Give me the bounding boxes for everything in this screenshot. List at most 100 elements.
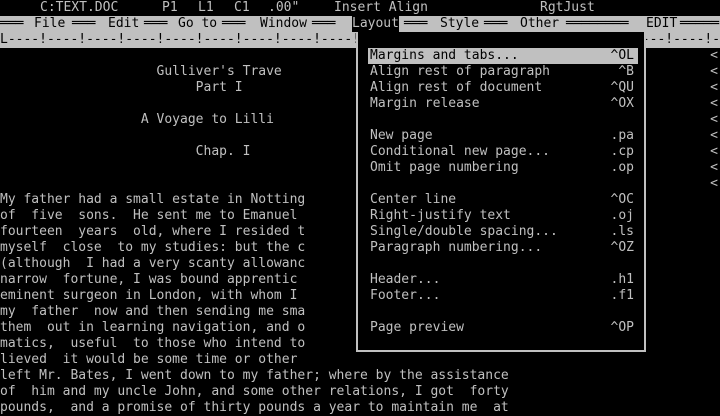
menu-window[interactable]: Window	[260, 16, 307, 32]
menu-item-shortcut: .cp	[610, 144, 634, 159]
line-flag-marker: <	[710, 80, 718, 95]
menubar-sep-1: ═══	[72, 16, 96, 31]
menu-separator	[368, 112, 638, 128]
menu-item-paragraph-numbering[interactable]: Paragraph numbering... ^OZ	[368, 240, 638, 256]
document-line: fourteen years old, where I resided t	[0, 224, 306, 239]
document-line: of five sons. He sent me to Emanuel	[0, 208, 298, 223]
document-line: Chap. I	[0, 144, 251, 159]
document-line: My father had a small estate in Notting	[0, 192, 306, 207]
document-line: narrow fortune, I was bound apprentic	[0, 272, 298, 287]
menu-item-label: Center line	[370, 192, 457, 207]
line-flag-marker: <	[710, 128, 718, 143]
position-indicator: .00"	[268, 0, 300, 15]
menu-item-shortcut: .h1	[610, 272, 634, 287]
menu-item-omit-page-numbering[interactable]: Omit page numbering .op	[368, 160, 638, 176]
status-bar: C:TEXT.DOC P1 L1 C1 .00" Insert Align Rg…	[0, 0, 720, 16]
document-line: eminent surgeon in London, with whom I	[0, 288, 298, 303]
column-indicator: C1	[234, 0, 250, 15]
menu-separator	[368, 256, 638, 272]
menu-item-label: Align rest of document	[370, 80, 543, 95]
line-flag-marker: <	[710, 160, 718, 175]
menu-item-shortcut: ^OL	[610, 48, 634, 63]
menu-item-label: Page preview	[370, 320, 464, 335]
page-indicator: P1	[162, 0, 178, 15]
line-flag-marker: <	[710, 112, 718, 127]
menu-item-label: Omit page numbering	[370, 160, 519, 175]
edit-mode-label: EDIT	[646, 16, 678, 31]
menu-other[interactable]: Other	[520, 16, 559, 32]
menu-item-label: Footer...	[370, 288, 441, 303]
menu-item-shortcut: .f1	[610, 288, 634, 303]
menu-goto[interactable]: Go to	[178, 16, 217, 32]
line-flag-marker: <	[710, 144, 718, 159]
menu-item-margin-release[interactable]: Margin release ^OX	[368, 96, 638, 112]
menu-item-margins-and-tabs[interactable]: Margins and tabs... ^OL	[368, 48, 638, 64]
menubar-sep-5: ═══	[404, 16, 428, 31]
layout-menu: Margins and tabs... ^OL Align rest of para…	[356, 32, 646, 352]
menubar-sep-7: ════════	[566, 16, 629, 31]
menu-item-shortcut: .pa	[610, 128, 634, 143]
line-flag-marker: <	[710, 48, 718, 63]
menu-item-footer[interactable]: Footer... .f1	[368, 288, 638, 304]
menu-item-conditional-new-page[interactable]: Conditional new page... .cp	[368, 144, 638, 160]
menu-item-right-justify-text[interactable]: Right-justify text .oj	[368, 208, 638, 224]
menu-item-shortcut: ^OC	[610, 192, 634, 207]
menubar-sep-3: ═══	[222, 16, 246, 31]
menu-item-label: Paragraph numbering...	[370, 240, 543, 255]
menubar-sep-6: ═══	[484, 16, 508, 31]
menu-item-shortcut: ^OP	[610, 320, 634, 335]
menu-edit[interactable]: Edit	[108, 16, 139, 32]
line-flag-marker: <	[710, 64, 718, 79]
menu-item-shortcut: .oj	[610, 208, 634, 223]
document-line: pounds, and a promise of thirty pounds a…	[0, 400, 509, 415]
menu-bar: ═══ File ═══ Edit ═══ Go to ═══ Window ═…	[0, 16, 720, 32]
menu-item-shortcut: ^OZ	[610, 240, 634, 255]
menu-item-align-rest-of-paragraph[interactable]: Align rest of paragraph ^B	[368, 64, 638, 80]
menu-item-label: Single/double spacing...	[370, 224, 558, 239]
menu-separator	[368, 304, 638, 320]
menu-item-new-page[interactable]: New page .pa	[368, 128, 638, 144]
menu-item-align-rest-of-document[interactable]: Align rest of document ^QU	[368, 80, 638, 96]
line-indicator: L1	[198, 0, 214, 15]
menu-item-label: Align rest of paragraph	[370, 64, 551, 79]
document-line: left Mr. Bates, I went down to my father…	[0, 368, 509, 383]
document-line: myself close to my studies: but the c	[0, 240, 306, 255]
menu-style[interactable]: Style	[440, 16, 479, 32]
menu-file[interactable]: File	[34, 16, 65, 32]
menu-item-header[interactable]: Header... .h1	[368, 272, 638, 288]
menu-item-label: Header...	[370, 272, 441, 287]
line-flag-marker: <	[710, 176, 718, 191]
menu-item-shortcut: .op	[610, 160, 634, 175]
file-name: C:TEXT.DOC	[40, 0, 119, 15]
menu-item-shortcut: ^OX	[610, 96, 634, 111]
mode-indicator: Insert Align	[334, 0, 428, 15]
menu-item-label: Conditional new page...	[370, 144, 551, 159]
menu-item-label: Right-justify text	[370, 208, 511, 223]
document-line: them out in learning navigation, and o	[0, 320, 306, 335]
document-line: of him and my uncle John, and some other…	[0, 384, 509, 399]
document-line: Part I	[0, 80, 243, 95]
menu-item-shortcut: .ls	[610, 224, 634, 239]
document-line: matics, useful to those who intend to	[0, 336, 306, 351]
menu-item-label: New page	[370, 128, 433, 143]
menu-item-shortcut: ^B	[618, 64, 634, 79]
menubar-tail-decoration: ═════	[680, 16, 720, 31]
menu-separator	[368, 176, 638, 192]
menubar-sep-4: ═══	[312, 16, 336, 31]
document-line: A Voyage to Lilli	[0, 112, 274, 127]
menubar-lead-decoration: ═══	[0, 16, 24, 31]
line-flag-marker: <	[710, 96, 718, 111]
document-line: lieved it would be some time or other	[0, 352, 298, 367]
document-line: (although I had a very scanty allowanc	[0, 256, 306, 271]
menu-item-label: Margin release	[370, 96, 480, 111]
menu-item-page-preview[interactable]: Page preview ^OP	[368, 320, 638, 336]
menu-layout[interactable]: Layout	[352, 16, 399, 32]
document-line: my father now and then sending me sma	[0, 304, 306, 319]
menu-item-center-line[interactable]: Center line ^OC	[368, 192, 638, 208]
document-line: Gulliver's Trave	[0, 64, 282, 79]
justify-indicator: RgtJust	[540, 0, 595, 15]
menu-item-single-double-spacing[interactable]: Single/double spacing... .ls	[368, 224, 638, 240]
menu-item-label: Margins and tabs...	[370, 48, 519, 63]
menu-item-shortcut: ^QU	[610, 80, 634, 95]
menubar-sep-2: ═══	[144, 16, 168, 31]
